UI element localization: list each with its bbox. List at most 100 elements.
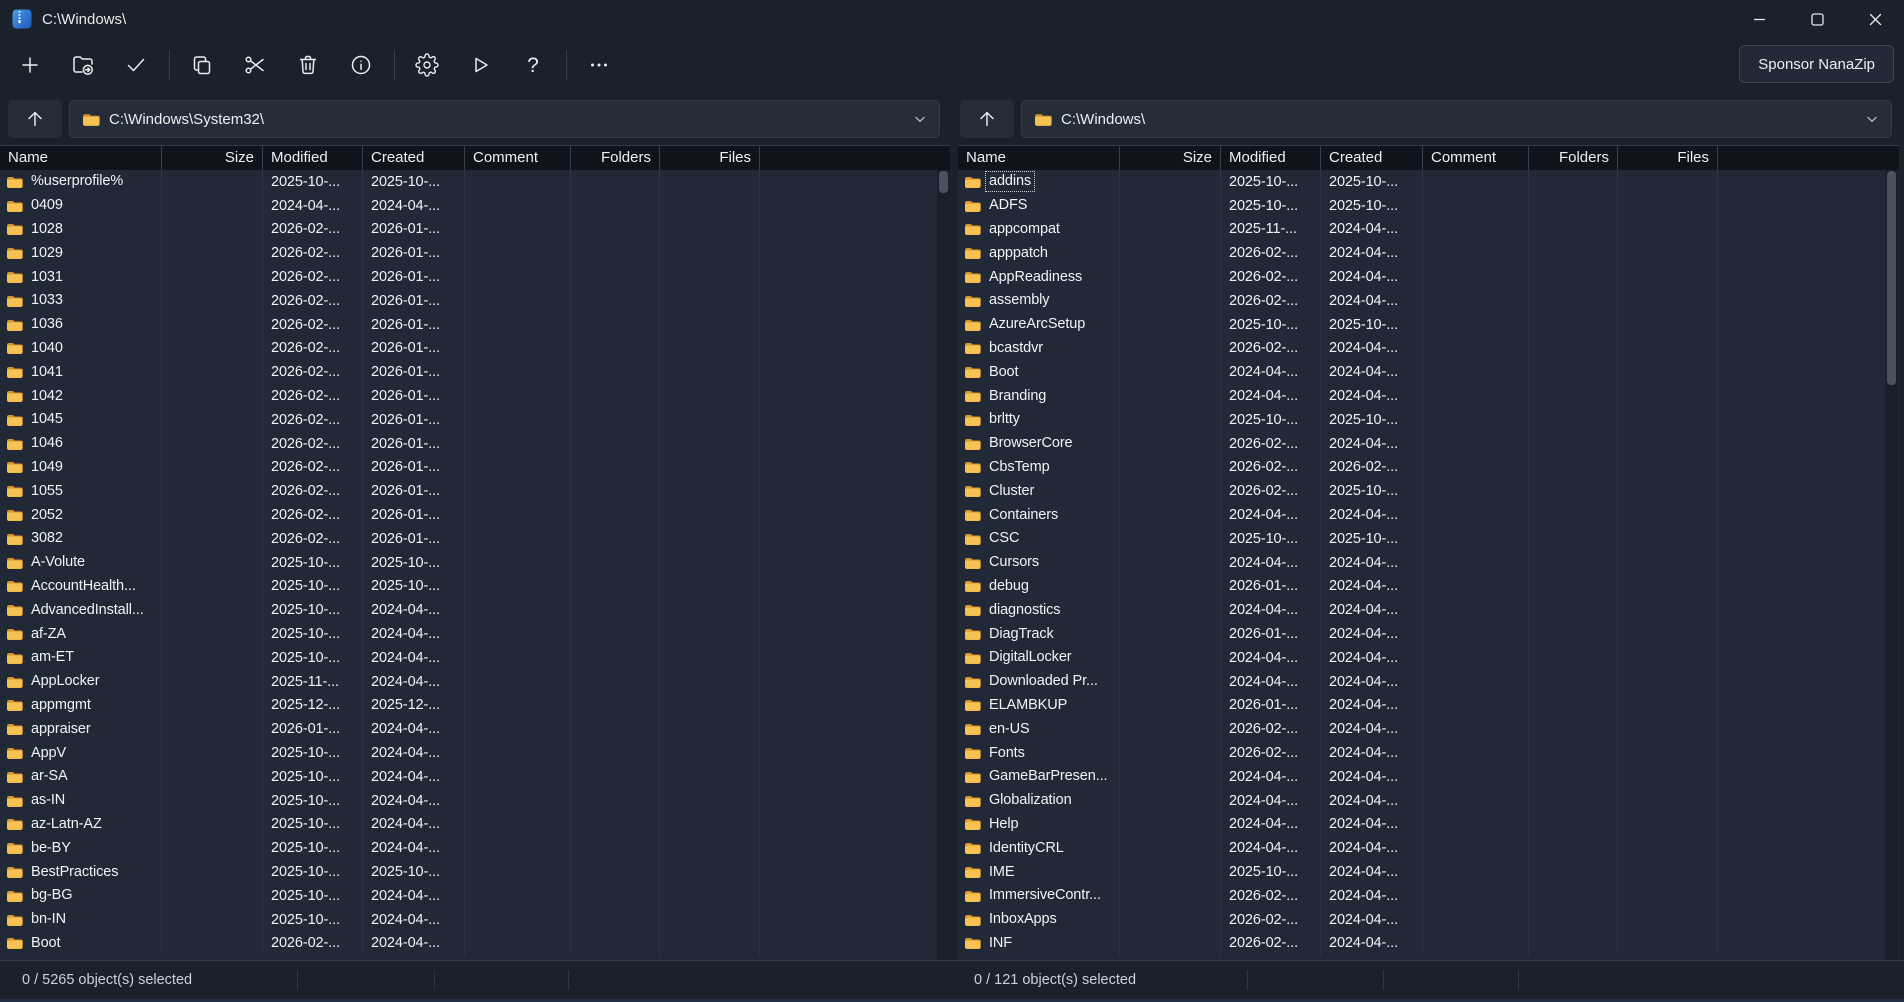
- column-header-modified[interactable]: Modified: [1221, 146, 1321, 170]
- scrollbar-thumb[interactable]: [1887, 171, 1896, 385]
- file-row[interactable]: AzureArcSetup2025-10-...2025-10-...: [958, 313, 1899, 337]
- file-row[interactable]: CbsTemp2026-02-...2026-02-...: [958, 456, 1899, 480]
- file-row[interactable]: appmgmt2025-12-...2025-12-...: [0, 694, 950, 718]
- extract-button[interactable]: [61, 43, 105, 87]
- file-row[interactable]: IdentityCRL2024-04-...2024-04-...: [958, 836, 1899, 860]
- file-row[interactable]: Help2024-04-...2024-04-...: [958, 813, 1899, 837]
- file-row[interactable]: 10332026-02-...2026-01-...: [0, 289, 950, 313]
- file-row[interactable]: diagnostics2024-04-...2024-04-...: [958, 598, 1899, 622]
- file-row[interactable]: az-Latn-AZ2025-10-...2024-04-...: [0, 813, 950, 837]
- file-row[interactable]: brltty2025-10-...2025-10-...: [958, 408, 1899, 432]
- vertical-scrollbar[interactable]: [1885, 170, 1898, 960]
- file-row[interactable]: 04092024-04-...2024-04-...: [0, 194, 950, 218]
- file-row[interactable]: bn-IN2025-10-...2024-04-...: [0, 908, 950, 932]
- vertical-scrollbar[interactable]: [937, 170, 950, 960]
- file-row[interactable]: 10422026-02-...2026-01-...: [0, 384, 950, 408]
- file-row[interactable]: BestPractices2025-10-...2025-10-...: [0, 860, 950, 884]
- file-row[interactable]: 10292026-02-...2026-01-...: [0, 241, 950, 265]
- file-row[interactable]: 10402026-02-...2026-01-...: [0, 337, 950, 361]
- column-header-name[interactable]: Name: [958, 146, 1120, 170]
- copy-button[interactable]: [180, 43, 224, 87]
- column-header-size[interactable]: Size: [1120, 146, 1221, 170]
- benchmark-button[interactable]: [458, 43, 502, 87]
- file-row[interactable]: DigitalLocker2024-04-...2024-04-...: [958, 646, 1899, 670]
- close-button[interactable]: [1846, 0, 1904, 38]
- column-header-created[interactable]: Created: [363, 146, 465, 170]
- file-row[interactable]: IME2025-10-...2024-04-...: [958, 860, 1899, 884]
- chevron-down-icon[interactable]: [913, 112, 927, 126]
- file-row[interactable]: 10312026-02-...2026-01-...: [0, 265, 950, 289]
- column-header-created[interactable]: Created: [1321, 146, 1423, 170]
- file-row[interactable]: 10452026-02-...2026-01-...: [0, 408, 950, 432]
- column-header-comment[interactable]: Comment: [1423, 146, 1529, 170]
- up-button[interactable]: [8, 100, 62, 138]
- file-row[interactable]: ImmersiveContr...2026-02-...2024-04-...: [958, 884, 1899, 908]
- file-row[interactable]: 10462026-02-...2026-01-...: [0, 432, 950, 456]
- file-row[interactable]: AccountHealth...2025-10-...2025-10-...: [0, 575, 950, 599]
- file-row[interactable]: A-Volute2025-10-...2025-10-...: [0, 551, 950, 575]
- file-row[interactable]: AppLocker2025-11-...2024-04-...: [0, 670, 950, 694]
- file-row[interactable]: GameBarPresen...2024-04-...2024-04-...: [958, 765, 1899, 789]
- file-row[interactable]: am-ET2025-10-...2024-04-...: [0, 646, 950, 670]
- file-row[interactable]: Boot2026-02-...2024-04-...: [0, 932, 950, 956]
- column-header-folders[interactable]: Folders: [571, 146, 660, 170]
- file-row[interactable]: appraiser2026-01-...2024-04-...: [0, 717, 950, 741]
- file-row[interactable]: 10362026-02-...2026-01-...: [0, 313, 950, 337]
- file-row[interactable]: ELAMBKUP2026-01-...2024-04-...: [958, 694, 1899, 718]
- up-button[interactable]: [960, 100, 1014, 138]
- file-row[interactable]: be-BY2025-10-...2024-04-...: [0, 836, 950, 860]
- file-row[interactable]: debug2026-01-...2024-04-...: [958, 575, 1899, 599]
- column-header-size[interactable]: Size: [162, 146, 263, 170]
- file-row[interactable]: Branding2024-04-...2024-04-...: [958, 384, 1899, 408]
- file-row[interactable]: en-US2026-02-...2024-04-...: [958, 717, 1899, 741]
- column-header-comment[interactable]: Comment: [465, 146, 571, 170]
- file-row[interactable]: 30822026-02-...2026-01-...: [0, 527, 950, 551]
- column-header-modified[interactable]: Modified: [263, 146, 363, 170]
- file-row[interactable]: CSC2025-10-...2025-10-...: [958, 527, 1899, 551]
- scrollbar-thumb[interactable]: [939, 171, 948, 193]
- file-row[interactable]: Containers2024-04-...2024-04-...: [958, 503, 1899, 527]
- add-button[interactable]: [8, 43, 52, 87]
- file-row[interactable]: as-IN2025-10-...2024-04-...: [0, 789, 950, 813]
- file-row[interactable]: AppV2025-10-...2024-04-...: [0, 741, 950, 765]
- more-button[interactable]: [577, 43, 621, 87]
- minimize-button[interactable]: [1730, 0, 1788, 38]
- file-row[interactable]: Globalization2024-04-...2024-04-...: [958, 789, 1899, 813]
- column-header-files[interactable]: Files: [660, 146, 760, 170]
- file-row[interactable]: Cursors2024-04-...2024-04-...: [958, 551, 1899, 575]
- file-row[interactable]: assembly2026-02-...2024-04-...: [958, 289, 1899, 313]
- file-row[interactable]: bcastdvr2026-02-...2024-04-...: [958, 337, 1899, 361]
- maximize-button[interactable]: [1788, 0, 1846, 38]
- column-header-name[interactable]: Name: [0, 146, 162, 170]
- file-row[interactable]: AdvancedInstall...2025-10-...2024-04-...: [0, 598, 950, 622]
- help-button[interactable]: ?: [511, 43, 555, 87]
- file-row[interactable]: Cluster2026-02-...2025-10-...: [958, 479, 1899, 503]
- file-row[interactable]: AppReadiness2026-02-...2024-04-...: [958, 265, 1899, 289]
- file-row[interactable]: ar-SA2025-10-...2024-04-...: [0, 765, 950, 789]
- address-combobox[interactable]: C:\Windows\: [1021, 100, 1892, 138]
- options-button[interactable]: [405, 43, 449, 87]
- address-combobox[interactable]: C:\Windows\System32\: [69, 100, 940, 138]
- file-row[interactable]: INF2026-02-...2024-04-...: [958, 932, 1899, 956]
- file-row[interactable]: af-ZA2025-10-...2024-04-...: [0, 622, 950, 646]
- file-row[interactable]: appcompat2025-11-...2024-04-...: [958, 218, 1899, 242]
- info-button[interactable]: [339, 43, 383, 87]
- test-button[interactable]: [114, 43, 158, 87]
- file-row[interactable]: BrowserCore2026-02-...2024-04-...: [958, 432, 1899, 456]
- file-row[interactable]: addins2025-10-...2025-10-...: [958, 170, 1899, 194]
- file-row[interactable]: 10492026-02-...2026-01-...: [0, 456, 950, 480]
- file-row[interactable]: 10282026-02-...2026-01-...: [0, 218, 950, 242]
- file-row[interactable]: Fonts2026-02-...2024-04-...: [958, 741, 1899, 765]
- file-row[interactable]: 10552026-02-...2026-01-...: [0, 479, 950, 503]
- file-row[interactable]: 10412026-02-...2026-01-...: [0, 360, 950, 384]
- file-row[interactable]: ADFS2025-10-...2025-10-...: [958, 194, 1899, 218]
- sponsor-button[interactable]: Sponsor NanaZip: [1739, 45, 1894, 83]
- file-row[interactable]: apppatch2026-02-...2024-04-...: [958, 241, 1899, 265]
- chevron-down-icon[interactable]: [1865, 112, 1879, 126]
- move-button[interactable]: [233, 43, 277, 87]
- file-row[interactable]: %userprofile%2025-10-...2025-10-...: [0, 170, 950, 194]
- file-row[interactable]: DiagTrack2026-01-...2024-04-...: [958, 622, 1899, 646]
- column-header-files[interactable]: Files: [1618, 146, 1718, 170]
- file-row[interactable]: InboxApps2026-02-...2024-04-...: [958, 908, 1899, 932]
- file-row[interactable]: Downloaded Pr...2024-04-...2024-04-...: [958, 670, 1899, 694]
